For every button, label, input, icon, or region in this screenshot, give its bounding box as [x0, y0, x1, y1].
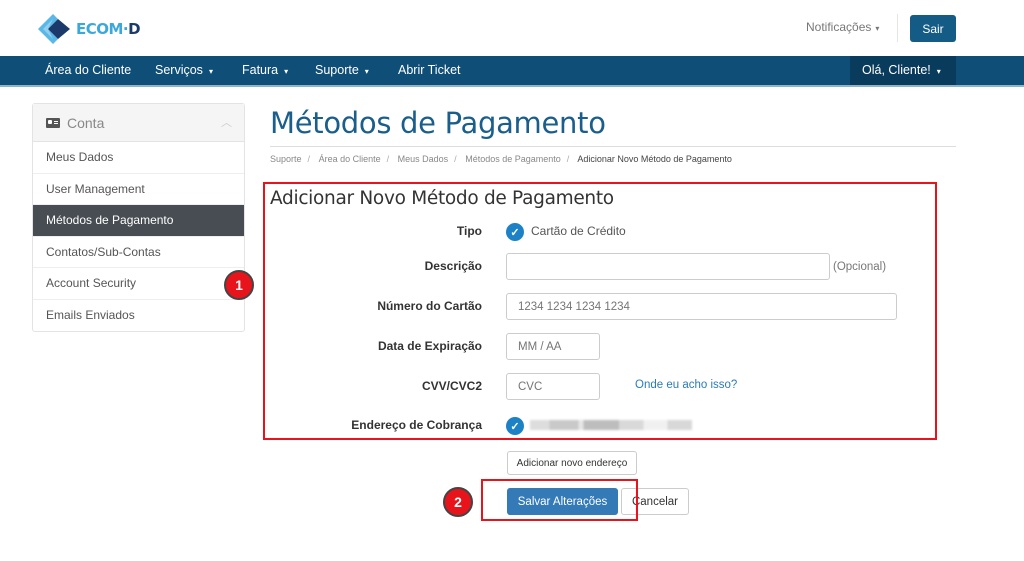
logo-text: ECOM·D	[76, 20, 141, 38]
description-label: Descrição	[424, 259, 482, 273]
logout-button[interactable]: Sair	[910, 15, 956, 42]
breadcrumb-item[interactable]: Suporte	[270, 154, 302, 164]
type-label: Tipo	[456, 224, 482, 238]
sidebar-item-meus-dados[interactable]: Meus Dados	[33, 142, 244, 174]
user-menu[interactable]: Olá, Cliente! ▾	[850, 56, 956, 85]
nav-item-servicos[interactable]: Serviços ▾	[155, 56, 213, 85]
billing-address-label: Endereço de Cobrança	[351, 418, 482, 432]
caret-down-icon: ▾	[875, 24, 880, 33]
annotation-badge-1: 1	[224, 270, 254, 300]
page-title: Métodos de Pagamento	[270, 106, 606, 140]
cvv-input[interactable]	[506, 373, 600, 400]
caret-down-icon: ▾	[936, 67, 941, 76]
cvv-label: CVV/CVC2	[421, 379, 482, 393]
divider	[897, 14, 898, 42]
sidebar-header[interactable]: Conta ︿	[33, 104, 244, 142]
breadcrumb-item[interactable]: Meus Dados	[398, 154, 449, 164]
chevron-up-icon[interactable]: ︿	[221, 114, 232, 130]
billing-address-value-redacted	[530, 420, 692, 430]
id-card-icon	[46, 117, 60, 128]
cvv-help-link[interactable]: Onde eu acho isso?	[635, 379, 737, 391]
caret-down-icon: ▾	[208, 67, 213, 76]
check-circle-icon[interactable]: ✓	[506, 417, 524, 435]
expiry-label: Data de Expiração	[377, 339, 482, 353]
nav-item-area-cliente[interactable]: Área do Cliente	[45, 56, 131, 85]
account-sidebar: Conta ︿ Meus Dados User Management Métod…	[32, 103, 245, 332]
breadcrumb: Suporte / Área do Cliente / Meus Dados / Mé…	[270, 154, 732, 164]
notifications-label: Notificações	[806, 20, 872, 34]
sidebar-item-metodos-pagamento[interactable]: Métodos de Pagamento	[33, 205, 244, 237]
breadcrumb-item[interactable]: Área do Cliente	[319, 154, 381, 164]
optional-hint: (Opcional)	[833, 261, 887, 273]
main-nav: Área do Cliente Serviços ▾ Fatura ▾ Suport…	[0, 56, 1024, 87]
logo[interactable]: ECOM·D	[36, 12, 141, 46]
expiry-input[interactable]	[506, 333, 600, 360]
card-number-input[interactable]	[506, 293, 897, 320]
annotation-highlight-save	[481, 479, 638, 521]
form-title: Adicionar Novo Método de Pagamento	[270, 188, 614, 209]
type-value: Cartão de Crédito	[531, 224, 626, 238]
top-header: ECOM·D Notificações ▾ Sair	[0, 0, 1024, 56]
nav-item-suporte[interactable]: Suporte ▾	[315, 56, 369, 85]
description-input[interactable]	[506, 253, 830, 280]
nav-item-fatura[interactable]: Fatura ▾	[242, 56, 288, 85]
sidebar-item-emails-enviados[interactable]: Emails Enviados	[33, 300, 244, 332]
annotation-badge-2: 2	[443, 487, 473, 517]
sidebar-item-account-security[interactable]: Account Security	[33, 268, 244, 300]
divider	[270, 146, 956, 147]
sidebar-item-user-management[interactable]: User Management	[33, 174, 244, 205]
add-address-button[interactable]: Adicionar novo endereço	[507, 451, 637, 475]
sidebar-title: Conta	[67, 114, 105, 131]
notifications-dropdown[interactable]: Notificações ▾	[806, 20, 879, 34]
caret-down-icon: ▾	[364, 67, 369, 76]
breadcrumb-current: Adicionar Novo Método de Pagamento	[577, 154, 732, 164]
logo-icon	[38, 14, 70, 44]
check-circle-icon[interactable]: ✓	[506, 223, 524, 241]
nav-item-abrir-ticket[interactable]: Abrir Ticket	[398, 56, 461, 85]
caret-down-icon: ▾	[284, 67, 289, 76]
sidebar-item-contatos[interactable]: Contatos/Sub-Contas	[33, 237, 244, 268]
breadcrumb-item[interactable]: Métodos de Pagamento	[465, 154, 561, 164]
card-number-label: Número do Cartão	[377, 299, 482, 313]
